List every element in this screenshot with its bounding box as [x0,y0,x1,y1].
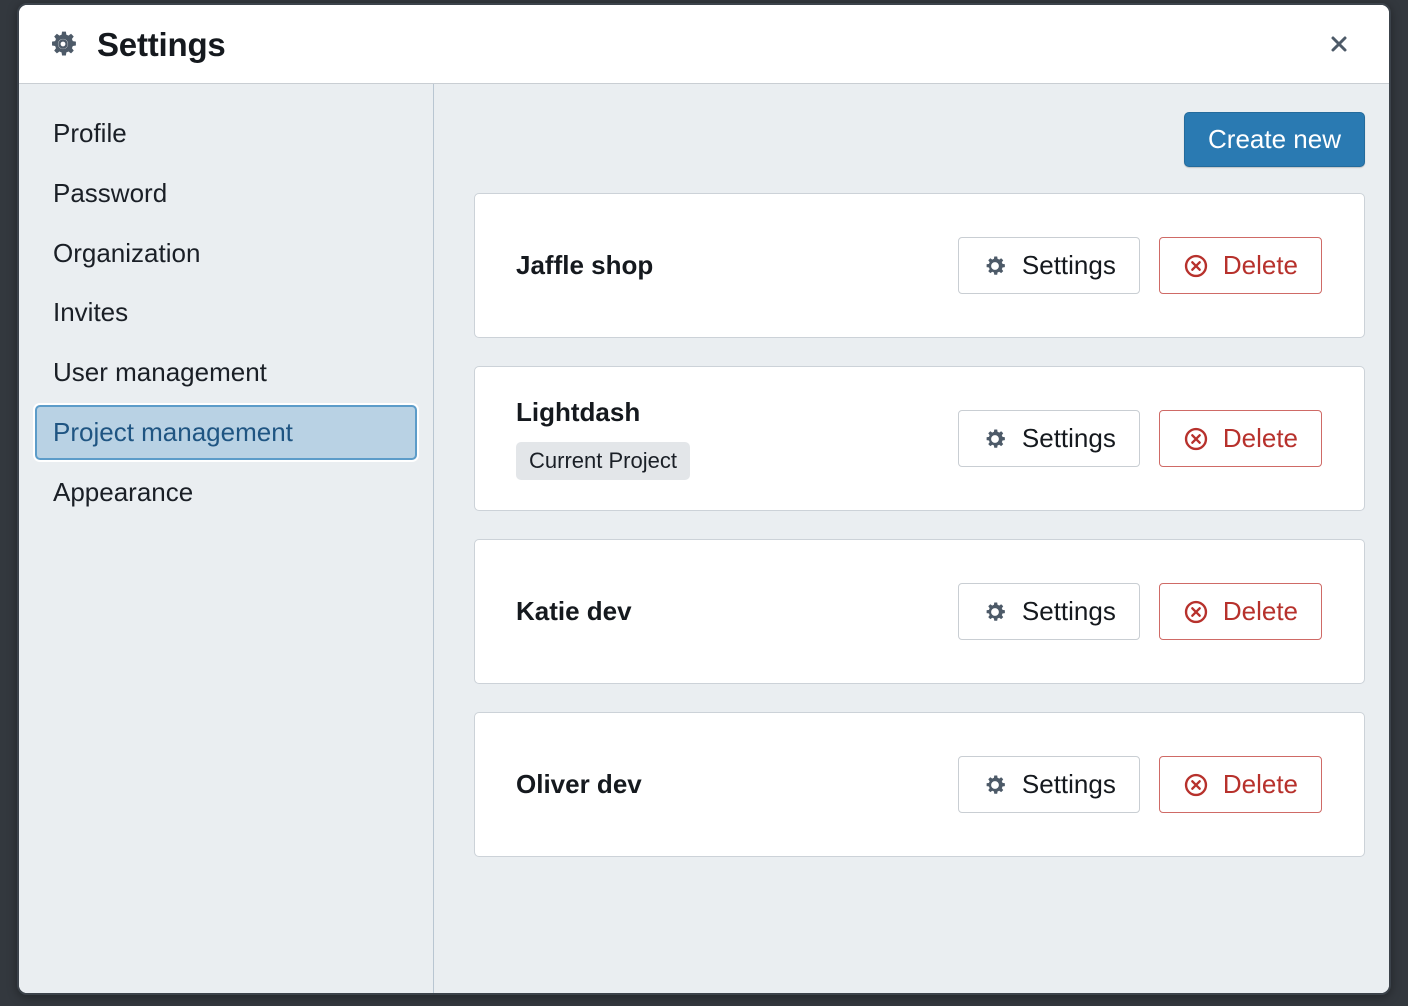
project-info: Lightdash Current Project [516,397,958,480]
project-delete-label: Delete [1223,769,1298,800]
content-toolbar: Create new [474,112,1365,167]
sidebar-item-project-management[interactable]: Project management [35,405,417,460]
gear-icon [46,27,80,61]
gear-icon [982,772,1008,798]
project-delete-button[interactable]: Delete [1159,583,1322,640]
settings-dialog: Settings Profile Password Organization I… [17,3,1391,995]
project-actions: Settings Delete [958,583,1322,640]
project-delete-label: Delete [1223,250,1298,281]
project-settings-button[interactable]: Settings [958,410,1140,467]
project-name: Oliver dev [516,769,958,800]
project-card: Lightdash Current Project Settings [474,366,1365,511]
dialog-header: Settings [19,5,1389,84]
project-management-panel: Create new Jaffle shop Settings [434,84,1389,993]
project-delete-label: Delete [1223,423,1298,454]
project-actions: Settings Delete [958,410,1322,467]
project-name: Katie dev [516,596,958,627]
project-card: Jaffle shop Settings [474,193,1365,338]
project-list: Jaffle shop Settings [474,193,1365,857]
sidebar-item-organization[interactable]: Organization [35,226,417,281]
project-name: Lightdash [516,397,958,428]
project-card: Oliver dev Settings [474,712,1365,857]
create-new-button[interactable]: Create new [1184,112,1365,167]
settings-sidebar: Profile Password Organization Invites Us… [19,84,434,993]
sidebar-item-appearance[interactable]: Appearance [35,465,417,520]
project-delete-button[interactable]: Delete [1159,237,1322,294]
sidebar-item-invites[interactable]: Invites [35,285,417,340]
x-circle-icon [1183,426,1209,452]
project-settings-button[interactable]: Settings [958,583,1140,640]
project-actions: Settings Delete [958,756,1322,813]
project-settings-label: Settings [1022,769,1116,800]
gear-icon [982,253,1008,279]
project-settings-label: Settings [1022,423,1116,454]
page-title: Settings [97,28,1319,61]
status-badge: Current Project [516,442,690,480]
x-circle-icon [1183,253,1209,279]
project-delete-button[interactable]: Delete [1159,410,1322,467]
x-circle-icon [1183,772,1209,798]
project-delete-button[interactable]: Delete [1159,756,1322,813]
dialog-body: Profile Password Organization Invites Us… [19,84,1389,993]
project-card: Katie dev Settings [474,539,1365,684]
sidebar-item-password[interactable]: Password [35,166,417,221]
close-icon [1327,32,1351,56]
project-info: Katie dev [516,596,958,627]
project-delete-label: Delete [1223,596,1298,627]
sidebar-item-profile[interactable]: Profile [35,106,417,161]
project-info: Oliver dev [516,769,958,800]
x-circle-icon [1183,599,1209,625]
sidebar-item-user-management[interactable]: User management [35,345,417,400]
project-info: Jaffle shop [516,250,958,281]
close-button[interactable] [1319,24,1359,64]
project-name: Jaffle shop [516,250,958,281]
gear-icon [982,426,1008,452]
project-actions: Settings Delete [958,237,1322,294]
project-settings-button[interactable]: Settings [958,237,1140,294]
gear-icon [982,599,1008,625]
project-settings-button[interactable]: Settings [958,756,1140,813]
project-settings-label: Settings [1022,596,1116,627]
project-settings-label: Settings [1022,250,1116,281]
